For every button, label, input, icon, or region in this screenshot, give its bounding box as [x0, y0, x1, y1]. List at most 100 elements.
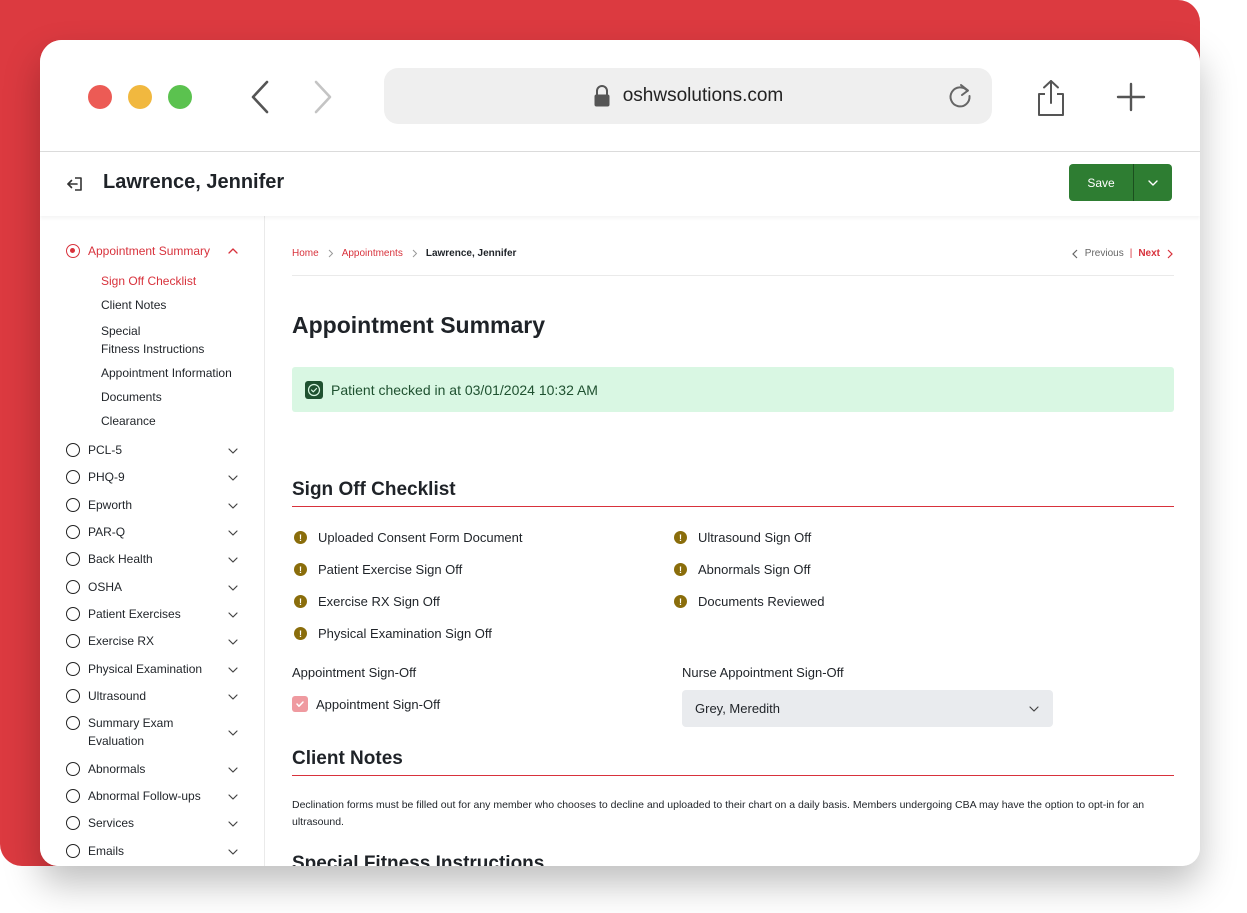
exit-icon[interactable] [66, 174, 86, 194]
main-content: Home Appointments Lawrence, Jennifer Pre… [266, 216, 1200, 866]
chevron-down-icon[interactable] [227, 445, 239, 457]
nurse-sign-off-label: Nurse Appointment Sign-Off [682, 665, 844, 680]
client-notes-text: Declination forms must be filled out for… [292, 799, 1145, 828]
warning-icon: ! [294, 531, 307, 544]
browser-window: oshwsolutions.com Lawrence, Jennifer Sav… [40, 40, 1200, 866]
radio-icon [66, 607, 80, 621]
warning-icon: ! [674, 563, 687, 576]
sidebar-item-label: Back Health [88, 552, 153, 566]
client-notes-heading: Client Notes [292, 748, 403, 769]
checklist-item-label: Patient Exercise Sign Off [318, 562, 463, 577]
appointment-sign-off-checkbox[interactable]: Appointment Sign-Off [292, 696, 440, 712]
address-bar[interactable]: oshwsolutions.com [384, 68, 992, 124]
chevron-down-icon[interactable] [227, 609, 239, 621]
sidebar-item-pcl5[interactable]: PCL-5 [66, 441, 246, 459]
sidebar-item-label: Emails [88, 844, 125, 858]
chevron-down-icon[interactable] [227, 472, 239, 484]
maximize-window-button[interactable] [168, 85, 192, 109]
new-tab-icon[interactable] [1116, 82, 1146, 112]
sidebar-item-epworth[interactable]: Epworth [66, 496, 246, 514]
sidebar-subitem-fitness-instructions[interactable]: Fitness Instructions [101, 340, 204, 358]
chevron-down-icon[interactable] [227, 791, 239, 803]
checklist-item: ! Patient Exercise Sign Off [294, 562, 462, 577]
chevron-down-icon[interactable] [227, 818, 239, 830]
checklist-item: ! Physical Examination Sign Off [294, 626, 492, 641]
sidebar-item-patient-exercises[interactable]: Patient Exercises [66, 605, 246, 623]
sidebar-item-emails[interactable]: Emails [66, 842, 246, 860]
sidebar-subitem-client-notes[interactable]: Client Notes [101, 296, 166, 314]
checklist-item-label: Uploaded Consent Form Document [318, 530, 523, 545]
url-text: oshwsolutions.com [622, 85, 784, 106]
sidebar-item-label: PHQ-9 [88, 470, 125, 484]
checklist-item-label: Physical Examination Sign Off [318, 626, 492, 641]
sidebar-item-label: PAR-Q [88, 525, 126, 539]
sidebar-item-appointment-summary[interactable]: Appointment Summary [66, 241, 246, 261]
checklist-item-label: Abnormals Sign Off [698, 562, 811, 577]
sidebar-subitem-clearance[interactable]: Clearance [101, 412, 156, 430]
chevron-up-icon[interactable] [227, 245, 239, 257]
previous-link[interactable]: Previous [1085, 248, 1124, 259]
chevron-left-icon[interactable] [1071, 249, 1079, 259]
chevron-down-icon[interactable] [227, 764, 239, 776]
sidebar-item-abnormals[interactable]: Abnormals [66, 760, 246, 778]
close-window-button[interactable] [88, 85, 112, 109]
checkbox-check-icon [292, 696, 308, 712]
radio-icon [66, 762, 80, 776]
save-options-button[interactable] [1134, 164, 1172, 201]
checklist-item-label: Ultrasound Sign Off [698, 530, 812, 545]
back-arrow-icon[interactable] [245, 78, 275, 116]
radio-icon [66, 498, 80, 512]
sidebar-subitem-appointment-information[interactable]: Appointment Information [101, 364, 232, 382]
chevron-right-icon [328, 249, 333, 258]
chevron-down-icon[interactable] [227, 582, 239, 594]
forward-arrow-icon[interactable] [308, 78, 338, 116]
sidebar-subitem-special[interactable]: Special [101, 322, 140, 340]
sidebar-item-ultrasound[interactable]: Ultrasound [66, 687, 246, 705]
sidebar-subitem-documents[interactable]: Documents [101, 388, 162, 406]
chevron-down-icon[interactable] [227, 636, 239, 648]
checklist-item: ! Abnormals Sign Off [674, 562, 810, 577]
sidebar-item-abnormal-follow-ups[interactable]: Abnormal Follow-ups [66, 787, 246, 805]
share-icon[interactable] [1035, 78, 1067, 118]
radio-icon [66, 634, 80, 648]
sidebar-item-back-health[interactable]: Back Health [66, 550, 246, 568]
sidebar-item-label: Abnormal Follow-ups [88, 789, 201, 803]
checklist-item-label: Exercise RX Sign Off [318, 594, 440, 609]
page-title: Appointment Summary [292, 312, 546, 338]
minimize-window-button[interactable] [128, 85, 152, 109]
sidebar-subitem-sign-off-checklist[interactable]: Sign Off Checklist [101, 272, 196, 290]
radio-icon [66, 580, 80, 594]
chevron-down-icon[interactable] [227, 846, 239, 858]
sidebar-item-summary-exam[interactable]: Summary Exam [66, 714, 246, 732]
sidebar: Appointment Summary Sign Off Checklist C… [40, 216, 265, 866]
reload-icon[interactable] [946, 82, 974, 110]
chevron-down-icon[interactable] [227, 527, 239, 539]
sign-off-checklist-heading: Sign Off Checklist [292, 479, 456, 500]
breadcrumb-appointments-link[interactable]: Appointments [342, 248, 403, 259]
sidebar-item-phq9[interactable]: PHQ-9 [66, 468, 246, 486]
nurse-sign-off-select[interactable]: Grey, Meredith [682, 690, 1053, 727]
sidebar-item-physical-examination[interactable]: Physical Examination [66, 660, 246, 678]
record-pager: Previous | Next [1071, 248, 1174, 259]
header-divider [292, 275, 1174, 276]
radio-icon [66, 525, 80, 539]
breadcrumb-home-link[interactable]: Home [292, 248, 319, 259]
save-button[interactable]: Save [1069, 164, 1134, 201]
chevron-down-icon[interactable] [227, 554, 239, 566]
chevron-down-icon[interactable] [227, 664, 239, 676]
pager-divider: | [1129, 248, 1133, 259]
sidebar-item-services[interactable]: Services [66, 814, 246, 832]
sidebar-item-osha[interactable]: OSHA [66, 578, 246, 596]
chevron-down-icon[interactable] [227, 727, 239, 739]
radio-icon [66, 716, 80, 730]
chevron-right-icon[interactable] [1166, 249, 1174, 259]
chevron-down-icon[interactable] [227, 691, 239, 703]
appointment-sign-off-label: Appointment Sign-Off [292, 665, 417, 680]
next-link[interactable]: Next [1138, 248, 1160, 259]
checklist-item: ! Exercise RX Sign Off [294, 594, 440, 609]
chevron-down-icon[interactable] [227, 500, 239, 512]
browser-toolbar: oshwsolutions.com [40, 40, 1200, 152]
sidebar-item-parq[interactable]: PAR-Q [66, 523, 246, 541]
sidebar-item-exercise-rx[interactable]: Exercise RX [66, 632, 246, 650]
special-fitness-heading: Special Fitness Instructions [292, 853, 545, 866]
